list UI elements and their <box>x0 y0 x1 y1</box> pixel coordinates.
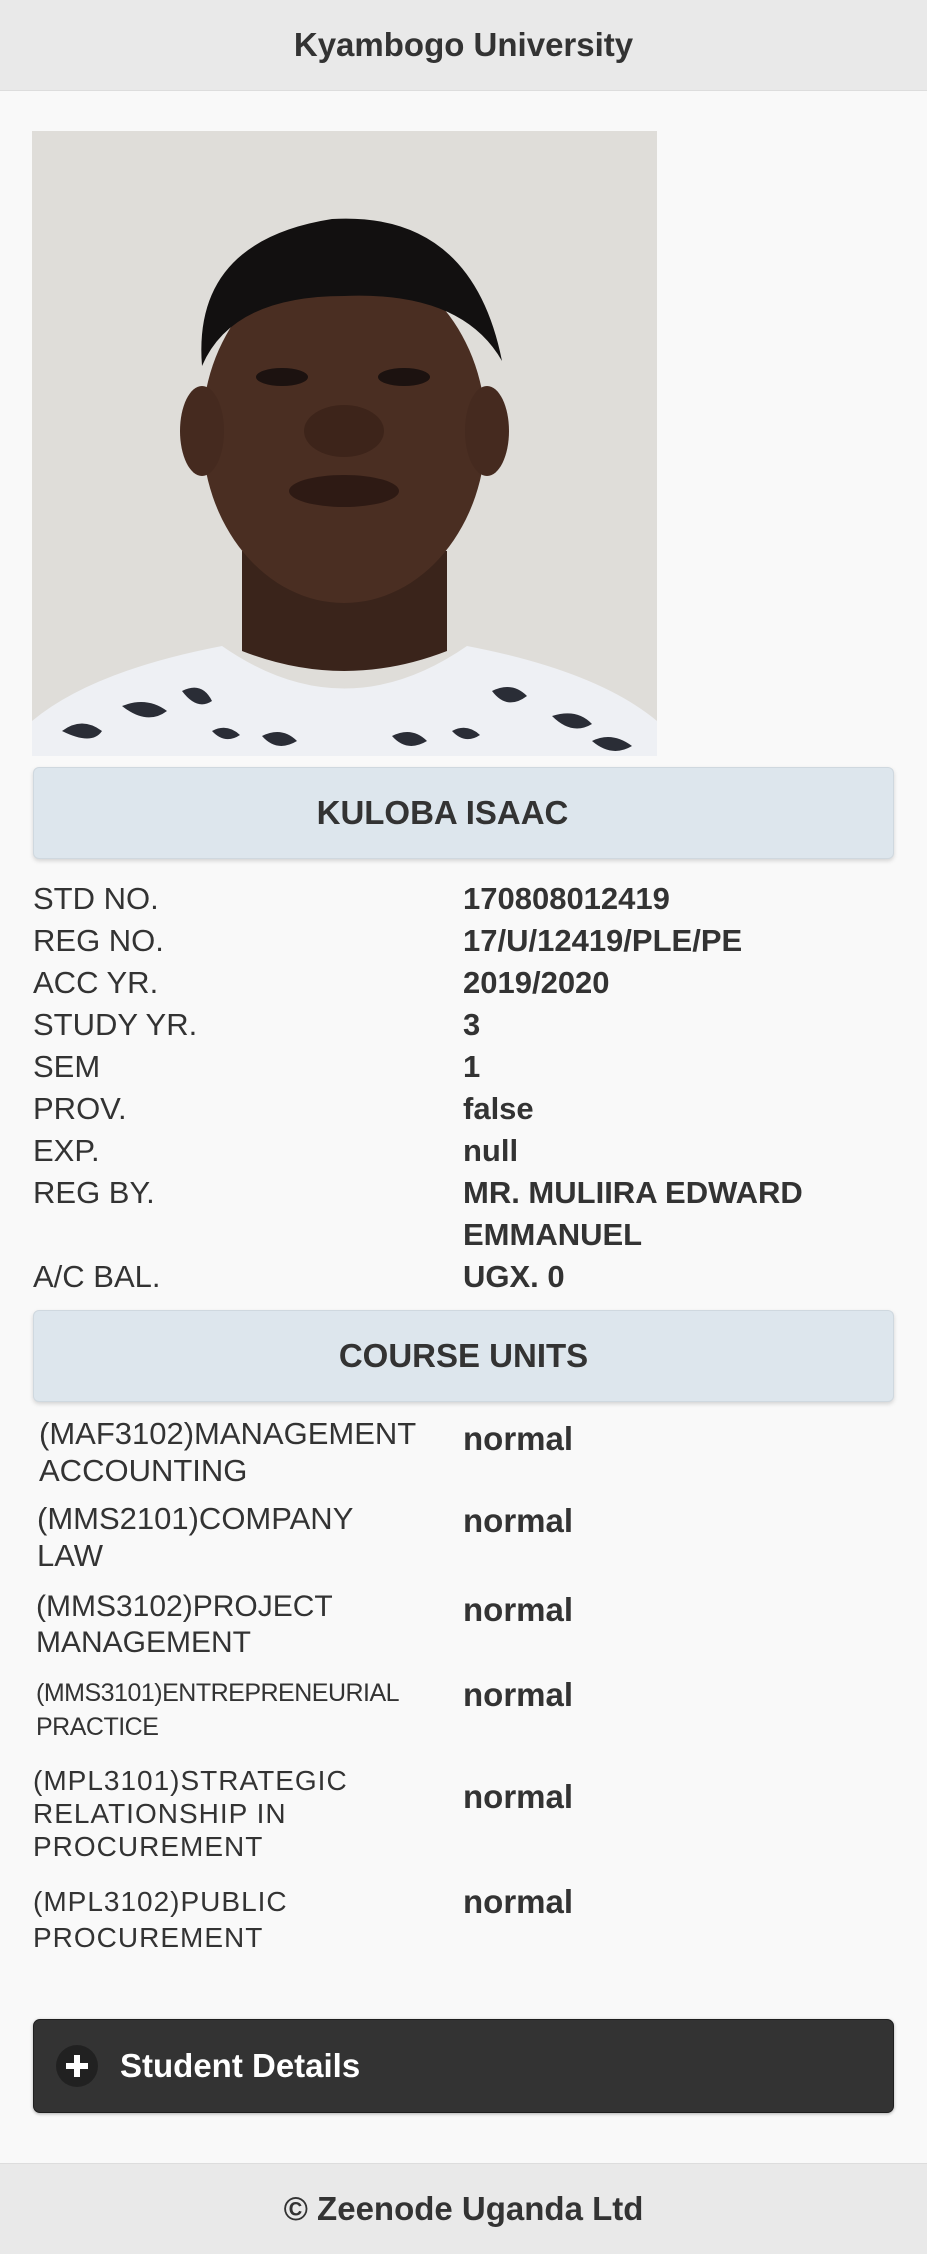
info-label: STD NO. <box>33 881 159 916</box>
info-value: UGX. 0 <box>463 1259 565 1294</box>
student-photo <box>32 131 657 756</box>
info-label: REG BY. <box>33 1175 155 1210</box>
info-value: 1 <box>463 1049 481 1084</box>
info-value: 170808012419 <box>463 881 670 916</box>
course-unit-row: (MPL3101)STRATEGIC RELATIONSHIP IN PROCU… <box>33 1764 903 1863</box>
info-row-acc-yr: ACC YR. 2019/2020 <box>33 962 903 1004</box>
course-unit-row: (MPL3102)PUBLIC PROCUREMENT normal <box>33 1884 903 1956</box>
course-unit-status: normal <box>463 1420 574 1457</box>
app-header: Kyambogo University <box>0 0 927 91</box>
info-label: SEM <box>33 1049 101 1084</box>
info-row-std-no: STD NO. 170808012419 <box>33 878 903 920</box>
course-unit-status: normal <box>463 1676 574 1713</box>
student-name-bar: KULOBA ISAAC <box>33 767 894 859</box>
course-unit-status: normal <box>463 1778 574 1815</box>
info-label: A/C BAL. <box>33 1259 161 1294</box>
info-label: REG NO. <box>33 923 164 958</box>
course-unit-name: (MMS3101)ENTREPRENEURIAL PRACTICE <box>36 1679 399 1741</box>
course-unit-status: normal <box>463 1591 574 1628</box>
info-label: ACC YR. <box>33 965 159 1000</box>
course-unit-name: (MAF3102)MANAGEMENT ACCOUNTING <box>39 1416 416 1488</box>
plus-icon <box>56 2045 98 2087</box>
course-unit-status: normal <box>463 1502 574 1539</box>
course-unit-row: (MMS3102)PROJECT MANAGEMENT normal <box>33 1589 903 1661</box>
info-label: EXP. <box>33 1133 100 1168</box>
info-value: MR. MULIIRA EDWARD EMMANUEL <box>463 1175 803 1252</box>
student-details-button[interactable]: Student Details <box>33 2019 894 2113</box>
info-row-prov: PROV. false <box>33 1088 903 1130</box>
info-value: false <box>463 1091 534 1126</box>
info-row-reg-no: REG NO. 17/U/12419/PLE/PE <box>33 920 903 962</box>
course-units-title: COURSE UNITS <box>338 1337 589 1374</box>
course-unit-name: (MMS3102)PROJECT MANAGEMENT <box>36 1590 333 1659</box>
info-label: STUDY YR. <box>33 1007 198 1042</box>
course-unit-name: (MPL3101)STRATEGIC RELATIONSHIP IN PROCU… <box>33 1765 348 1862</box>
info-row-reg-by: REG BY. MR. MULIIRA EDWARD EMMANUEL <box>33 1172 903 1256</box>
student-details-label: Student Details <box>120 2047 361 2084</box>
info-row-study-yr: STUDY YR. 3 <box>33 1004 903 1046</box>
info-row-sem: SEM 1 <box>33 1046 903 1088</box>
course-unit-status: normal <box>463 1883 574 1920</box>
course-unit-row: (MMS3101)ENTREPRENEURIAL PRACTICE normal <box>33 1676 903 1744</box>
student-name: KULOBA ISAAC <box>316 794 569 831</box>
info-value: 17/U/12419/PLE/PE <box>463 923 743 958</box>
app-footer: © Zeenode Uganda Ltd <box>0 2163 927 2254</box>
page-title: Kyambogo University <box>293 26 634 63</box>
info-value: 2019/2020 <box>463 965 610 1000</box>
course-unit-name: (MPL3102)PUBLIC PROCUREMENT <box>33 1886 288 1953</box>
course-units-bar: COURSE UNITS <box>33 1310 894 1402</box>
course-unit-row: (MMS2101)COMPANY LAW normal <box>33 1500 903 1574</box>
info-row-ac-bal: A/C BAL. UGX. 0 <box>33 1256 903 1298</box>
info-label: PROV. <box>33 1091 127 1126</box>
info-value: 3 <box>463 1007 481 1042</box>
info-row-exp: EXP. null <box>33 1130 903 1172</box>
course-unit-row: (MAF3102)MANAGEMENT ACCOUNTING normal <box>33 1415 903 1489</box>
copyright-text: © Zeenode Uganda Ltd <box>283 2190 644 2227</box>
course-unit-name: (MMS2101)COMPANY LAW <box>37 1501 353 1573</box>
info-value: null <box>463 1133 519 1168</box>
student-info-list: STD NO. 170808012419 REG NO. 17/U/12419/… <box>33 878 903 1298</box>
